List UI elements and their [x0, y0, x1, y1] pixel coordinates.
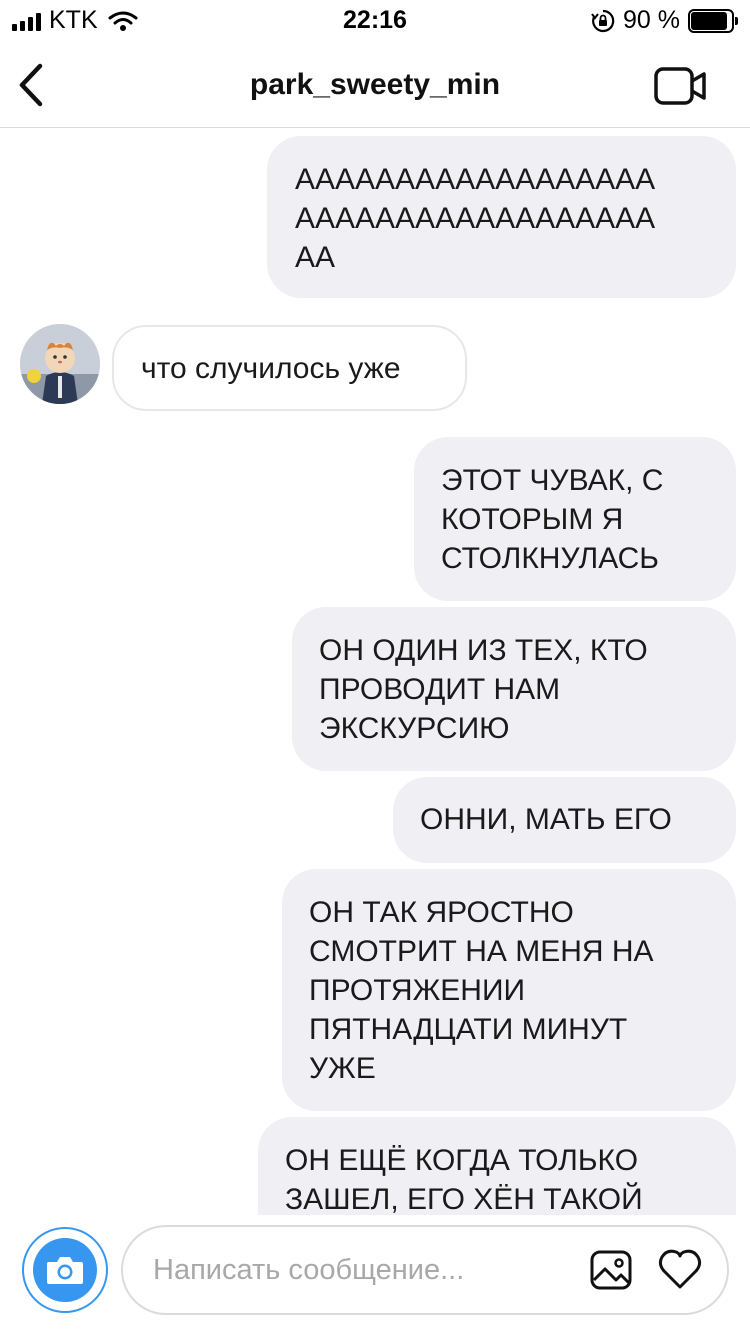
heart-icon[interactable] — [657, 1247, 703, 1291]
camera-button[interactable] — [22, 1227, 108, 1313]
message-bubble-outgoing[interactable]: ОН ЕЩЁ КОГДА ТОЛЬКО ЗАШЕЛ, ЕГО ХЁН ТАКОЙ — [258, 1117, 736, 1215]
avatar[interactable] — [20, 324, 100, 404]
message-bubble-outgoing[interactable]: АААААААААААААААААА АААААААААААААААААА АА — [267, 136, 736, 298]
camera-button-fill — [33, 1238, 97, 1302]
message-bubble-outgoing[interactable]: ОННИ, МАТЬ ЕГО — [393, 777, 736, 863]
contact-avatar-icon — [20, 324, 100, 404]
video-camera-icon[interactable] — [654, 66, 706, 106]
message-bubble-outgoing[interactable]: ЭТОТ ЧУВАК, С КОТОРЫМ Я СТОЛКНУЛАСЬ — [414, 437, 736, 601]
camera-icon — [47, 1257, 83, 1284]
message-input-container — [121, 1225, 729, 1315]
battery-percent: 90 % — [623, 6, 680, 34]
chat-title[interactable]: park_sweety_min — [0, 68, 750, 102]
battery-icon — [688, 8, 738, 33]
rotation-lock-icon — [591, 9, 615, 32]
chat-header: park_sweety_min — [0, 40, 750, 128]
image-gallery-icon[interactable] — [589, 1249, 633, 1291]
status-bar: KTK 22:16 90 % — [0, 0, 750, 40]
message-composer — [0, 1215, 750, 1334]
status-right: 90 % — [591, 6, 738, 35]
message-thread[interactable]: АААААААААААААААААА АААААААААААААААААА АА… — [0, 129, 750, 1215]
message-bubble-incoming[interactable]: что случилось уже — [112, 325, 467, 411]
message-input[interactable] — [153, 1227, 573, 1313]
message-bubble-outgoing[interactable]: ОН ОДИН ИЗ ТЕХ, КТО ПРОВОДИТ НАМ ЭКСКУРС… — [292, 607, 736, 771]
message-bubble-outgoing[interactable]: ОН ТАК ЯРОСТНО СМОТРИТ НА МЕНЯ НА ПРОТЯЖ… — [282, 869, 736, 1111]
